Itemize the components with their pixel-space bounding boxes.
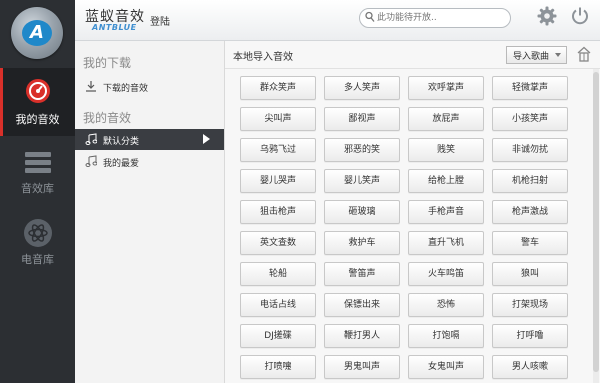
effect-button[interactable]: 婴儿哭声 [240,169,316,193]
effect-button[interactable]: 乌鸦飞过 [240,138,316,162]
section-title-effects: 我的音效 [83,111,132,125]
music-note-icon [85,155,97,167]
music-note-icon [85,133,97,145]
effect-button[interactable]: 恐怖 [408,293,484,317]
power-icon[interactable] [570,6,590,26]
effect-button[interactable]: 尖叫声 [240,107,316,131]
effect-button[interactable]: 非诚勿扰 [492,138,568,162]
effect-button[interactable]: 打饱嗝 [408,324,484,348]
nav-label-effects-library: 音效库 [21,182,54,195]
gear-icon[interactable] [537,6,557,26]
effect-button[interactable]: 男鬼叫声 [324,355,400,379]
download-icon [86,81,96,92]
login-link[interactable]: 登陆 [150,13,170,28]
effect-button[interactable]: 救护车 [324,231,400,255]
effect-button[interactable]: 警笛声 [324,262,400,286]
effect-button[interactable]: 电话占线 [240,293,316,317]
nav-item-effects-library[interactable]: 音效库 [0,145,75,203]
effect-button[interactable]: 打呼噜 [492,324,568,348]
category-label: 默认分类 [103,137,140,147]
import-songs-dropdown[interactable]: 导入歌曲 [506,46,567,64]
effect-button[interactable]: 欢呼掌声 [408,76,484,100]
search-box[interactable] [359,8,511,28]
effect-button[interactable]: 邪恶的笑 [324,138,400,162]
search-input[interactable] [377,10,502,25]
search-icon [365,11,375,22]
effect-button[interactable]: 手枪声音 [408,200,484,224]
effect-button[interactable]: 男人咳嗽 [492,355,568,379]
chevron-down-icon [555,53,561,57]
effect-button[interactable]: 给枪上膛 [408,169,484,193]
effect-button[interactable]: 狙击枪声 [240,200,316,224]
effect-button[interactable]: 放屁声 [408,107,484,131]
effect-button[interactable]: 鄙视声 [324,107,400,131]
brand-subtitle: ANTBLUE [92,23,137,32]
category-downloaded[interactable]: 下载的音效 [75,76,224,97]
effect-button[interactable]: 砸玻璃 [324,200,400,224]
effect-button[interactable]: 英文查数 [240,231,316,255]
play-arrow-icon [203,134,210,144]
effect-button[interactable]: 狼叫 [492,262,568,286]
effect-button[interactable]: 打喷嚏 [240,355,316,379]
effect-button[interactable]: 婴儿笑声 [324,169,400,193]
category-favorites[interactable]: 我的最爱 [75,151,224,172]
effect-button[interactable]: 机枪扫射 [492,169,568,193]
nav-label-electronic-library: 电音库 [21,253,54,266]
scrollbar-thumb[interactable] [593,72,599,372]
effect-button[interactable]: 火车鸣笛 [408,262,484,286]
effect-button[interactable]: DJ搓碟 [240,324,316,348]
scrollbar[interactable] [593,69,599,383]
effect-button[interactable]: 保镖出来 [324,293,400,317]
effect-button[interactable]: 贱笑 [408,138,484,162]
effect-button[interactable]: 轮船 [240,262,316,286]
effect-button[interactable]: 警车 [492,231,568,255]
main-panel: 本地导入音效 导入歌曲 群众笑声 多人笑声 欢呼掌声 轻微掌声尖叫声 鄙视声 放屁声 小孩笑… [225,41,600,383]
nav-item-electronic-library[interactable]: 电音库 [0,215,75,273]
effect-button[interactable]: 轻微掌声 [492,76,568,100]
effect-button[interactable]: 多人笑声 [324,76,400,100]
category-default[interactable]: 默认分类 [75,129,224,150]
left-nav: A 我的音效 音效库 电音库 [0,0,75,383]
speedometer-icon [26,79,50,103]
category-panel: 我的下载 下载的音效 我的音效 默认分类 我的最爱 [75,41,225,383]
effect-button[interactable]: 女鬼叫声 [408,355,484,379]
category-label: 下载的音效 [103,84,149,94]
logo-icon: A [22,20,52,46]
home-icon[interactable] [577,46,591,62]
list-icon [25,152,51,173]
nav-item-my-effects[interactable]: 我的音效 [0,68,75,136]
panel-title: 本地导入音效 [233,52,293,63]
effect-button[interactable]: 鞭打男人 [324,324,400,348]
effect-button[interactable]: 群众笑声 [240,76,316,100]
header: 蓝蚁音效 ANTBLUE 登陆 [75,0,600,41]
effect-button[interactable]: 小孩笑声 [492,107,568,131]
import-label: 导入歌曲 [513,52,550,62]
effect-button[interactable]: 直升飞机 [408,231,484,255]
app-logo: A [11,7,63,59]
atom-icon [24,219,52,247]
effect-button[interactable]: 枪声激战 [492,200,568,224]
nav-label-my-effects: 我的音效 [15,113,60,126]
section-title-downloads: 我的下载 [83,56,132,70]
effect-button[interactable]: 打架现场 [492,293,568,317]
category-label: 我的最爱 [103,159,140,169]
main-toolbar: 本地导入音效 导入歌曲 [225,41,600,69]
